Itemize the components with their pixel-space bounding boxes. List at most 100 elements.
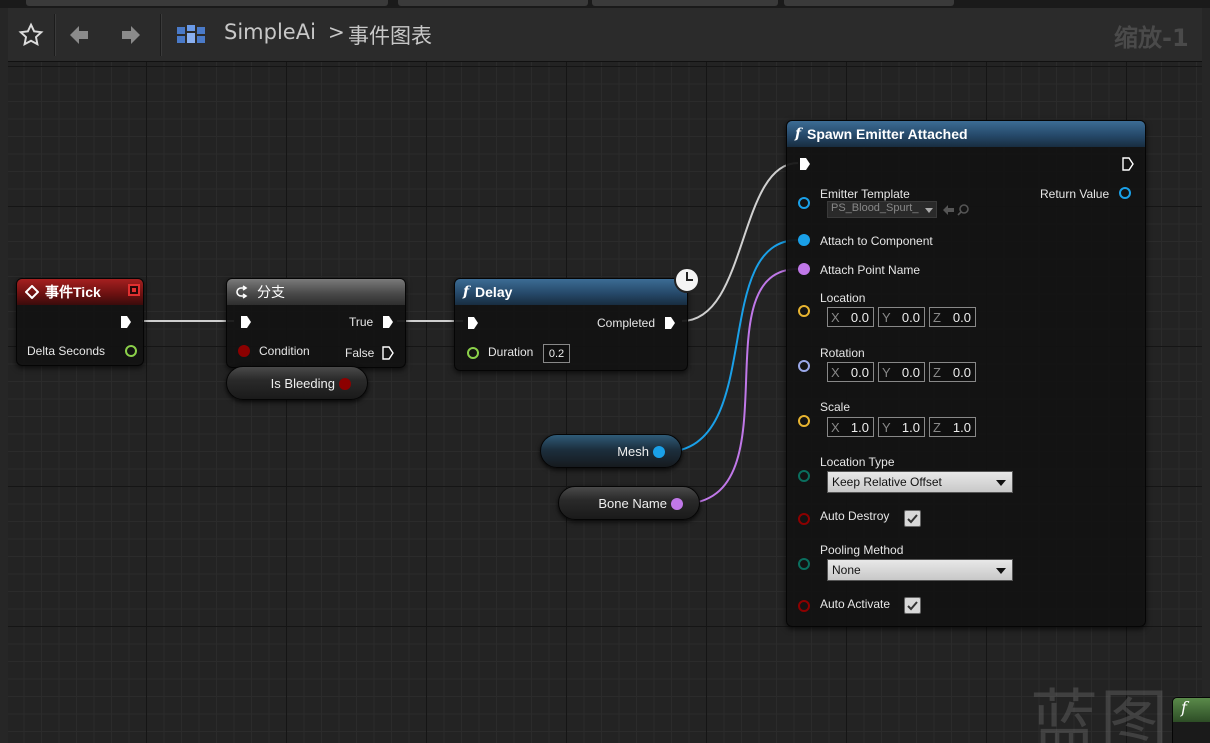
- is-bleeding-label: Is Bleeding: [270, 376, 335, 391]
- location-y-value: 0.0: [901, 309, 920, 325]
- attach-point-pin[interactable]: [798, 263, 810, 275]
- branch-header: 分支: [227, 279, 405, 305]
- location-z-input[interactable]: Z 0.0: [929, 307, 976, 327]
- asset-browse-icons[interactable]: [941, 203, 973, 217]
- rotation-z-value: 0.0: [952, 364, 971, 380]
- back-button[interactable]: [62, 18, 96, 52]
- rotation-label: Rotation: [820, 346, 865, 360]
- pooling-method-label: Pooling Method: [820, 543, 904, 557]
- completed-label: Completed: [597, 316, 656, 330]
- location-x-input[interactable]: X 0.0: [827, 307, 874, 327]
- blueprint-type-button[interactable]: [174, 18, 208, 52]
- event-graph-canvas[interactable]: 事件Tick Delta Seconds 分支 True Condition F…: [8, 62, 1202, 743]
- star-icon: [18, 22, 44, 47]
- mesh-variable[interactable]: Mesh: [540, 434, 682, 468]
- exec-in-pin[interactable]: [467, 316, 479, 330]
- pooling-method-dropdown[interactable]: None: [827, 559, 1013, 581]
- return-value-pin[interactable]: [1119, 187, 1131, 199]
- spawn-emitter-header: f Spawn Emitter Attached: [787, 121, 1145, 147]
- rotation-z-input[interactable]: Z 0.0: [929, 362, 976, 382]
- exec-out-pin[interactable]: [120, 315, 132, 329]
- pooling-method-value: None: [832, 563, 861, 577]
- delegate-pin-icon[interactable]: [128, 284, 140, 296]
- branch-icon: [236, 285, 248, 299]
- graph-toolbar: SimpleAi > 事件图表 缩放-1: [8, 8, 1202, 62]
- exec-in-pin[interactable]: [799, 157, 811, 171]
- bone-name-variable[interactable]: Bone Name: [558, 486, 700, 520]
- offscreen-function-node[interactable]: f: [1172, 697, 1210, 743]
- location-label: Location: [820, 291, 866, 305]
- duration-pin[interactable]: [467, 347, 479, 359]
- location-type-pin[interactable]: [798, 470, 810, 482]
- pooling-method-pin[interactable]: [798, 558, 810, 570]
- emitter-template-picker[interactable]: PS_Blood_Spurt_: [827, 201, 937, 218]
- forward-button[interactable]: [114, 18, 148, 52]
- event-tick-node[interactable]: 事件Tick Delta Seconds: [16, 278, 144, 366]
- breadcrumb-blueprint[interactable]: SimpleAi: [224, 20, 316, 44]
- branch-title: 分支: [257, 284, 285, 300]
- spawn-emitter-attached-node[interactable]: f Spawn Emitter Attached Emitter Templat…: [786, 120, 1146, 627]
- location-type-label: Location Type: [820, 455, 895, 469]
- location-y-input[interactable]: Y 0.0: [878, 307, 925, 327]
- event-tick-header: 事件Tick: [17, 279, 143, 305]
- rotation-y-input[interactable]: Y 0.0: [878, 362, 925, 382]
- exec-in-pin[interactable]: [240, 315, 252, 329]
- auto-destroy-checkbox[interactable]: [904, 510, 921, 527]
- function-icon: f: [795, 126, 802, 142]
- duration-input[interactable]: 0.2: [543, 344, 570, 363]
- favorite-button[interactable]: [14, 18, 48, 52]
- bone-name-pin[interactable]: [671, 498, 683, 510]
- completed-exec-pin[interactable]: [664, 316, 676, 330]
- location-type-dropdown[interactable]: Keep Relative Offset: [827, 471, 1013, 493]
- condition-pin[interactable]: [238, 345, 250, 357]
- scale-label: Scale: [820, 400, 851, 414]
- delta-seconds-label: Delta Seconds: [27, 344, 106, 358]
- auto-destroy-label: Auto Destroy: [820, 509, 890, 523]
- auto-activate-checkbox[interactable]: [904, 597, 921, 614]
- axis-z-label: Z: [933, 419, 941, 435]
- emitter-template-pin[interactable]: [798, 197, 810, 209]
- rotation-pin[interactable]: [798, 360, 810, 372]
- axis-x-label: X: [831, 309, 840, 325]
- delta-seconds-pin[interactable]: [125, 345, 137, 357]
- exec-wire-delay-spawn[interactable]: [681, 162, 799, 322]
- axis-y-label: Y: [882, 419, 891, 435]
- scale-pin[interactable]: [798, 415, 810, 427]
- function-icon: f: [1173, 698, 1210, 722]
- tab-partial[interactable]: [26, 0, 388, 6]
- attach-component-pin[interactable]: [798, 234, 810, 246]
- name-wire-bone[interactable]: [680, 268, 799, 505]
- false-exec-pin[interactable]: [382, 346, 394, 360]
- tab-strip: [0, 0, 1210, 8]
- axis-y-label: Y: [882, 364, 891, 380]
- blueprint-editor-window: SimpleAi > 事件图表 缩放-1 事件Tick Delta Second…: [0, 0, 1210, 743]
- chevron-down-icon: [996, 568, 1006, 574]
- chevron-down-icon: [925, 208, 933, 213]
- mesh-pin[interactable]: [653, 446, 665, 458]
- scale-x-input[interactable]: X 1.0: [827, 417, 874, 437]
- true-exec-pin[interactable]: [382, 315, 394, 329]
- rotation-y-value: 0.0: [901, 364, 920, 380]
- location-pin[interactable]: [798, 305, 810, 317]
- true-label: True: [349, 315, 374, 329]
- scale-z-input[interactable]: Z 1.0: [929, 417, 976, 437]
- axis-x-label: X: [831, 419, 840, 435]
- is-bleeding-pin[interactable]: [339, 378, 351, 390]
- exec-out-pin[interactable]: [1122, 157, 1134, 171]
- delay-node[interactable]: f Delay Completed Duration 0.2: [454, 267, 700, 371]
- breadcrumb-graph[interactable]: 事件图表: [348, 20, 432, 50]
- spawn-emitter-title: Spawn Emitter Attached: [807, 126, 968, 142]
- auto-destroy-pin[interactable]: [798, 513, 810, 525]
- branch-node[interactable]: 分支 True Condition False: [226, 278, 406, 368]
- axis-x-label: X: [831, 364, 840, 380]
- event-diamond-icon: [25, 285, 39, 299]
- tab-partial[interactable]: [592, 0, 778, 6]
- rotation-x-input[interactable]: X 0.0: [827, 362, 874, 382]
- tab-partial[interactable]: [784, 0, 954, 6]
- tab-partial[interactable]: [398, 0, 588, 6]
- toolbar-divider: [160, 14, 162, 56]
- is-bleeding-variable[interactable]: Is Bleeding: [226, 366, 368, 400]
- false-label: False: [345, 346, 375, 360]
- auto-activate-pin[interactable]: [798, 600, 810, 612]
- scale-y-input[interactable]: Y 1.0: [878, 417, 925, 437]
